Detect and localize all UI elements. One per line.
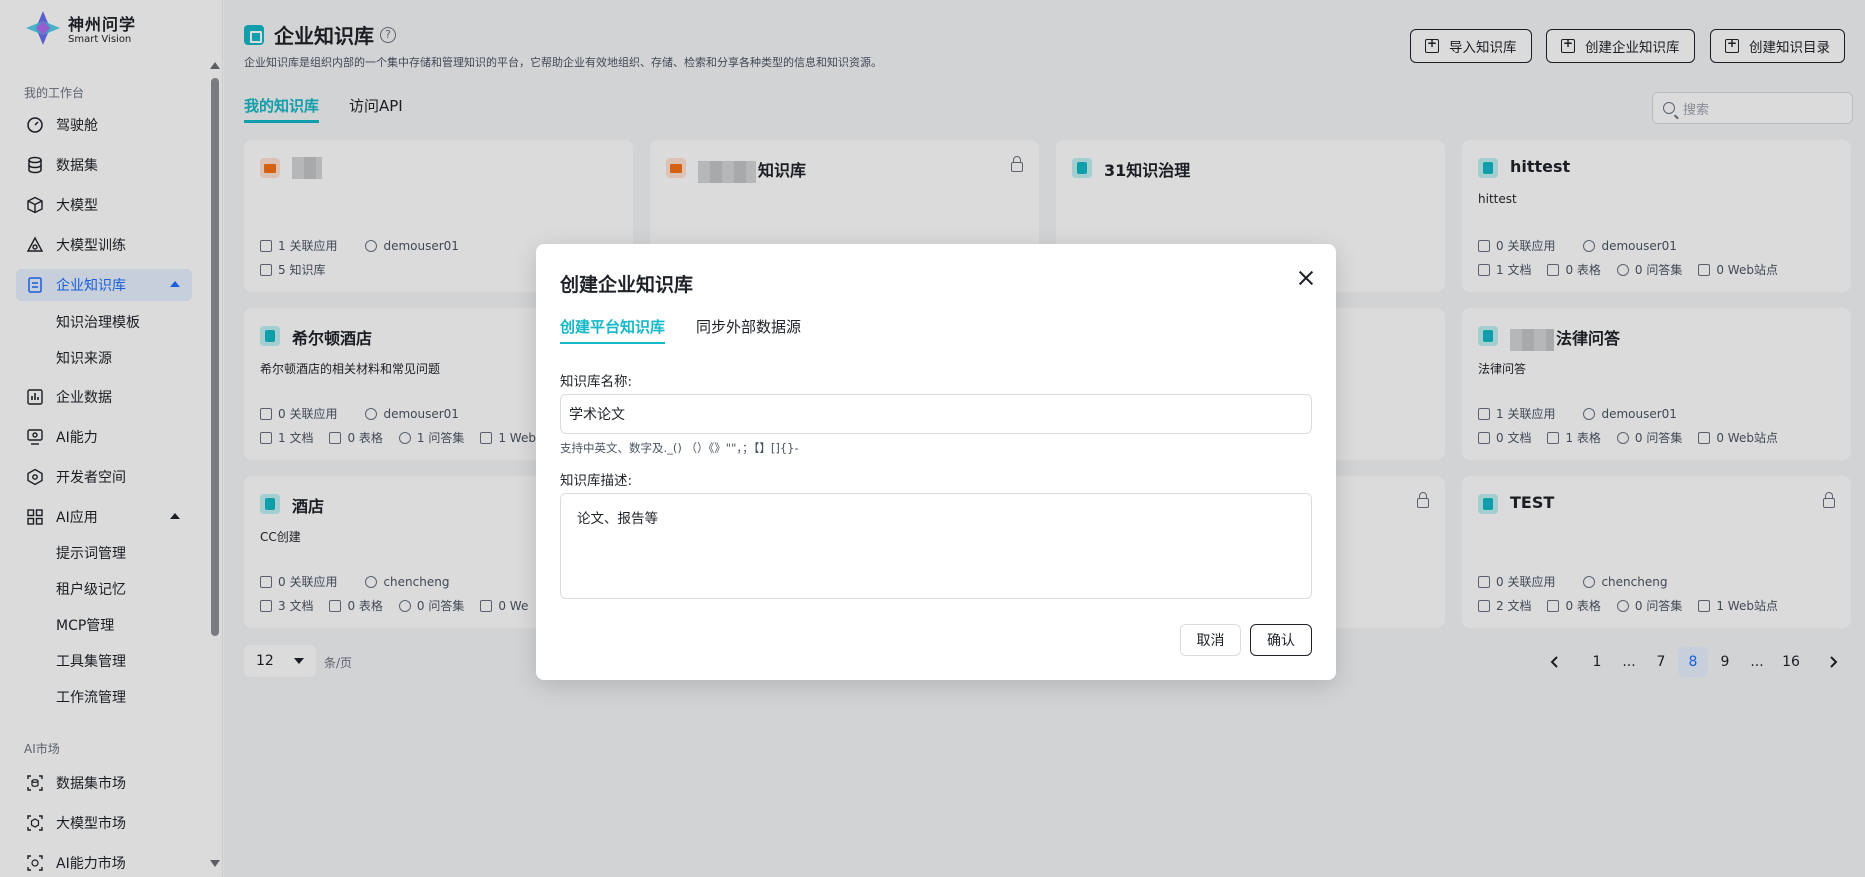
tab-sync-external-source[interactable]: 同步外部数据源 [696, 316, 801, 337]
cancel-button[interactable]: 取消 [1180, 624, 1241, 656]
tab-create-platform-kb[interactable]: 创建平台知识库 [560, 316, 666, 344]
kb-name-input[interactable] [560, 394, 1312, 434]
close-icon[interactable] [1298, 270, 1314, 286]
kb-desc-textarea[interactable]: 论文、报告等 [560, 493, 1312, 599]
kb-desc-label: 知识库描述: [560, 473, 633, 489]
dialog-title: 创建企业知识库 [560, 274, 694, 296]
confirm-button[interactable]: 确认 [1250, 624, 1312, 656]
create-kb-dialog: 创建企业知识库 创建平台知识库 同步外部数据源 知识库名称: 支持中英文、数字及… [536, 244, 1336, 680]
kb-name-hint: 支持中英文、数字及._() （）《》""，；【】[]{}- [560, 441, 799, 455]
kb-name-label: 知识库名称: [560, 374, 633, 390]
